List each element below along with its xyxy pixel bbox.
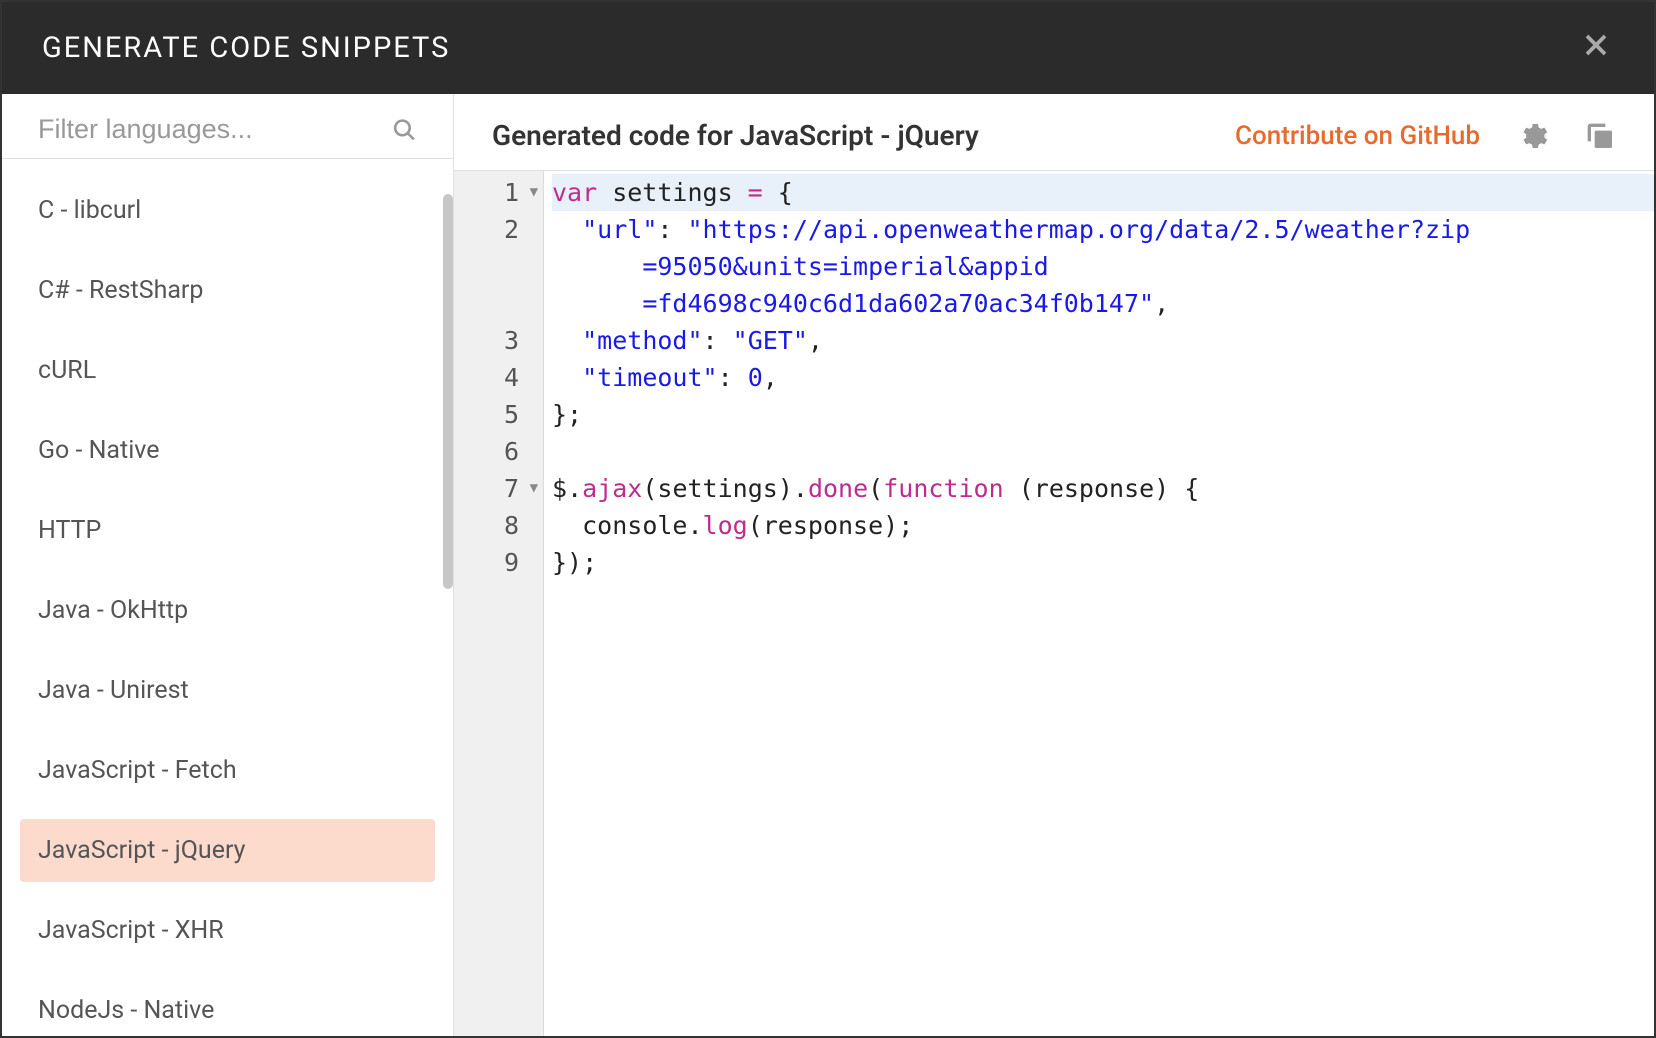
code-line: $.ajax(settings).done(function (response…: [552, 470, 1654, 507]
code-editor[interactable]: 1▼ 2 2 2 3 4 5 6 7▼ 8 9 var settings = {…: [454, 170, 1654, 1036]
line-number: 8: [464, 507, 521, 544]
close-button[interactable]: [1578, 26, 1614, 70]
line-number: 5: [464, 396, 521, 433]
contribute-link[interactable]: Contribute on GitHub: [1235, 121, 1480, 151]
fold-arrow-icon[interactable]: ▼: [524, 470, 538, 507]
language-item-csharp-restsharp[interactable]: C# - RestSharp: [20, 259, 435, 322]
line-number: 6: [464, 433, 521, 470]
line-number: 3: [464, 322, 521, 359]
code-line: };: [552, 396, 1654, 433]
language-item-http[interactable]: HTTP: [20, 499, 435, 562]
generated-code-heading: Generated code for JavaScript - jQuery: [492, 119, 1235, 152]
code-line: });: [552, 544, 1654, 581]
gutter: 1▼ 2 2 2 3 4 5 6 7▼ 8 9: [454, 171, 544, 1036]
code-line: =95050&units=imperial&appid: [552, 248, 1654, 285]
copy-icon[interactable]: [1584, 120, 1616, 152]
code-line: "url": "https://api.openweathermap.org/d…: [552, 211, 1654, 248]
language-item-javascript-xhr[interactable]: JavaScript - XHR: [20, 899, 435, 962]
code-area[interactable]: var settings = { "url": "https://api.ope…: [544, 171, 1654, 1036]
main-panel: Generated code for JavaScript - jQuery C…: [454, 94, 1654, 1036]
dialog-title: GENERATE CODE SNIPPETS: [42, 31, 450, 65]
language-item-nodejs-native[interactable]: NodeJs - Native: [20, 979, 435, 1036]
fold-arrow-icon[interactable]: ▼: [524, 174, 538, 211]
language-item-javascript-fetch[interactable]: JavaScript - Fetch: [20, 739, 435, 802]
code-line: [552, 433, 1654, 470]
line-number: 2: [464, 211, 521, 248]
language-item-java-okhttp[interactable]: Java - OkHttp: [20, 579, 435, 642]
content-area: C - libcurl C# - RestSharp cURL Go - Nat…: [2, 94, 1654, 1036]
main-header: Generated code for JavaScript - jQuery C…: [454, 94, 1654, 170]
line-number: 4: [464, 359, 521, 396]
line-number: 9: [464, 544, 521, 581]
title-bar: GENERATE CODE SNIPPETS: [2, 2, 1654, 94]
search-icon: [392, 116, 417, 144]
language-item-go-native[interactable]: Go - Native: [20, 419, 435, 482]
close-icon: [1578, 27, 1614, 63]
language-item-java-unirest[interactable]: Java - Unirest: [20, 659, 435, 722]
filter-box: [2, 94, 453, 159]
language-item-c-libcurl[interactable]: C - libcurl: [20, 179, 435, 242]
language-list: C - libcurl C# - RestSharp cURL Go - Nat…: [2, 179, 453, 1036]
line-number: 1: [464, 174, 521, 211]
language-item-curl[interactable]: cURL: [20, 339, 435, 402]
code-line: =fd4698c940c6d1da602a70ac34f0b147",: [552, 285, 1654, 322]
language-item-javascript-jquery[interactable]: JavaScript - jQuery: [20, 819, 435, 882]
code-line: console.log(response);: [552, 507, 1654, 544]
language-sidebar: C - libcurl C# - RestSharp cURL Go - Nat…: [2, 94, 454, 1036]
filter-input[interactable]: [38, 114, 392, 145]
code-line: "method": "GET",: [552, 322, 1654, 359]
code-line: var settings = {: [552, 174, 1654, 211]
sidebar-scrollbar[interactable]: [443, 194, 453, 589]
code-line: "timeout": 0,: [552, 359, 1654, 396]
line-number: 7: [464, 470, 521, 507]
gear-icon[interactable]: [1516, 120, 1548, 152]
